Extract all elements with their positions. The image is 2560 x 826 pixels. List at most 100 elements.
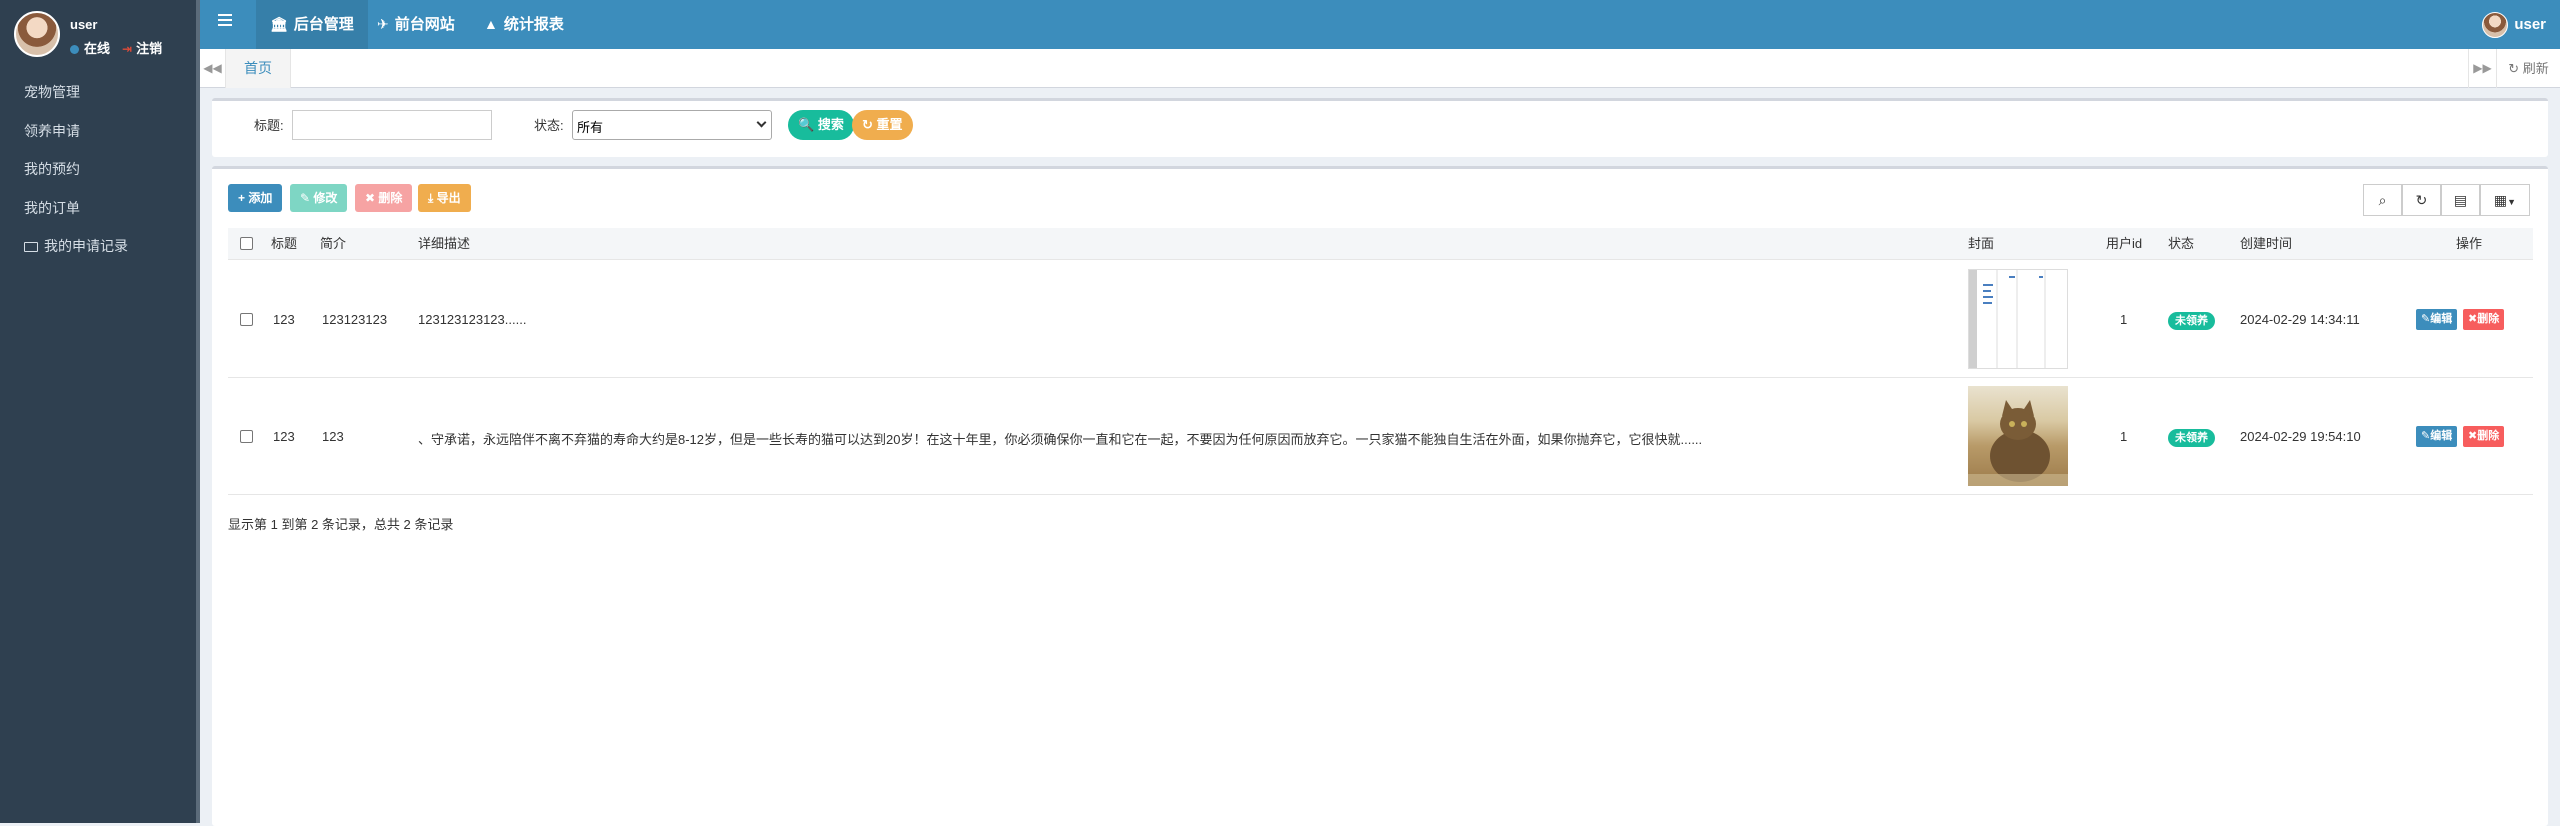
add-button[interactable]: + 添加 xyxy=(228,184,283,212)
plus-icon: + xyxy=(238,191,246,205)
col-actions: 操作 xyxy=(2456,236,2483,251)
col-created[interactable]: 创建时间 xyxy=(2240,228,2292,260)
refresh-icon: ↻ xyxy=(2415,192,2428,208)
sidebar-item-my-appointments[interactable]: 我的预约 xyxy=(0,155,196,194)
sidebar: user 在线 ⇥ 注销 宠物管理 领养申请 我的预约 我的订单 我的申请记录 xyxy=(0,0,196,823)
table-toggle-view-button[interactable]: ▤ xyxy=(2441,184,2480,216)
row-delete-button[interactable]: ✖删除 xyxy=(2463,426,2505,447)
col-cover[interactable]: 封面 xyxy=(1968,228,1994,260)
add-button-label: 添加 xyxy=(248,191,273,205)
cover-screenshot-thumbnail xyxy=(1969,270,2046,368)
top-navbar: 🏛 后台管理 ✈ 前台网站 ▲ 统计报表 user xyxy=(200,0,2560,49)
nav-admin[interactable]: 🏛 后台管理 xyxy=(256,0,368,49)
sidebar-divider xyxy=(196,0,200,823)
id-card-icon xyxy=(24,242,38,252)
table-search-button[interactable]: ⌕ xyxy=(2363,184,2402,216)
reset-icon: ↻ xyxy=(862,117,873,132)
status-select[interactable]: 所有 xyxy=(572,110,772,140)
row-checkbox[interactable] xyxy=(240,430,253,443)
tab-home[interactable]: 首页 xyxy=(226,49,291,88)
list-icon: ▤ xyxy=(2453,192,2468,208)
menu-toggle-icon[interactable] xyxy=(218,14,232,26)
times-icon: ✖ xyxy=(365,191,376,205)
status-select-value: 所有 xyxy=(577,120,604,135)
reset-button[interactable]: ↻ 重置 xyxy=(852,110,913,140)
area-chart-icon: ▲ xyxy=(484,16,498,32)
nav-frontend-label: 前台网站 xyxy=(394,16,455,33)
bank-icon: 🏛 xyxy=(270,16,288,32)
nav-reports[interactable]: ▲ 统计报表 xyxy=(470,0,578,49)
row-delete-label: 删除 xyxy=(2477,313,2500,325)
row-edit-label: 编辑 xyxy=(2430,430,2453,442)
col-title[interactable]: 标题 xyxy=(271,228,297,260)
cover-image[interactable] xyxy=(1968,269,2068,369)
row-delete-label: 删除 xyxy=(2477,430,2500,442)
title-input[interactable] xyxy=(292,110,492,140)
cell-created: 2024-02-29 14:34:11 xyxy=(2240,312,2360,327)
col-user-id[interactable]: 用户id xyxy=(2106,228,2142,260)
refresh-label: 刷新 xyxy=(2522,61,2549,76)
cover-image[interactable] xyxy=(1968,386,2068,486)
user-status: 在线 ⇥ 注销 xyxy=(70,38,162,57)
top-user-name: user xyxy=(2514,16,2546,33)
cell-title: 123 xyxy=(273,312,295,327)
sidebar-item-label: 我的申请记录 xyxy=(44,238,128,254)
search-icon: ⌕ xyxy=(2378,192,2387,208)
logout-icon[interactable]: ⇥ xyxy=(122,42,132,56)
nav-reports-label: 统计报表 xyxy=(503,16,564,33)
tab-scroll-right-icon[interactable]: ▶▶ xyxy=(2468,49,2496,88)
export-button-label: 导出 xyxy=(436,191,461,205)
row-delete-button[interactable]: ✖删除 xyxy=(2463,309,2505,330)
cell-user-id: 1 xyxy=(2120,429,2128,444)
nav-frontend[interactable]: ✈ 前台网站 xyxy=(363,0,469,49)
sidebar-user-name: user xyxy=(70,17,98,32)
cell-created: 2024-02-29 19:54:10 xyxy=(2240,429,2361,444)
cell-detail: 123123123123...... xyxy=(418,312,527,327)
avatar xyxy=(2482,12,2509,39)
select-all-checkbox[interactable] xyxy=(240,237,253,250)
sidebar-item-my-application-records[interactable]: 我的申请记录 xyxy=(0,232,196,271)
logout-link[interactable]: 注销 xyxy=(136,41,162,56)
grid-icon: ▦ xyxy=(2493,192,2508,208)
edit-button[interactable]: ✎ 修改 xyxy=(290,184,348,212)
top-user-menu[interactable]: user xyxy=(2482,0,2546,49)
pencil-icon: ✎ xyxy=(2421,430,2431,442)
status-badge: 未领养 xyxy=(2168,429,2215,447)
paper-plane-icon: ✈ xyxy=(377,16,389,32)
sidebar-item-label: 我的预约 xyxy=(24,161,80,177)
data-panel: + 添加 ✎ 修改 ✖ 删除 ⤓ 导出 ⌕ ↻ ▤ ▦▼ 标题 简介 详细描述 … xyxy=(212,166,2548,826)
tabs-bar: ◀◀ 首页 ▶▶ ↻ 刷新 xyxy=(200,49,2560,88)
chevron-down-icon xyxy=(756,117,767,128)
sidebar-item-my-orders[interactable]: 我的订单 xyxy=(0,194,196,233)
sidebar-menu: 宠物管理 领养申请 我的预约 我的订单 我的申请记录 xyxy=(0,78,196,271)
columns-button[interactable]: ▦▼ xyxy=(2480,184,2530,216)
row-edit-button[interactable]: ✎编辑 xyxy=(2416,426,2458,447)
chevron-down-icon: ▼ xyxy=(2507,197,2517,207)
delete-button-label: 删除 xyxy=(378,191,403,205)
col-status[interactable]: 状态 xyxy=(2168,228,2194,260)
row-checkbox[interactable] xyxy=(240,313,253,326)
col-intro[interactable]: 简介 xyxy=(320,228,346,260)
tab-scroll-left-icon[interactable]: ◀◀ xyxy=(200,49,226,88)
row-edit-button[interactable]: ✎编辑 xyxy=(2416,309,2458,330)
delete-button[interactable]: ✖ 删除 xyxy=(355,184,413,212)
refresh-button[interactable]: ↻ 刷新 xyxy=(2496,49,2560,88)
table-header: 标题 简介 详细描述 封面 用户id 状态 创建时间 操作 xyxy=(228,228,2533,260)
refresh-icon: ↻ xyxy=(2508,61,2520,76)
online-label: 在线 xyxy=(84,41,111,56)
cell-intro: 123123123 xyxy=(322,312,388,327)
sidebar-item-label: 我的订单 xyxy=(24,199,80,216)
times-icon: ✖ xyxy=(2468,313,2478,325)
title-label: 标题: xyxy=(254,118,284,133)
cat-photo-thumbnail xyxy=(1968,400,2068,486)
sidebar-item-adoption-apply[interactable]: 领养申请 xyxy=(0,117,196,156)
sidebar-item-pet-management[interactable]: 宠物管理 xyxy=(0,78,196,117)
col-detail[interactable]: 详细描述 xyxy=(418,228,470,260)
table-refresh-button[interactable]: ↻ xyxy=(2402,184,2441,216)
reset-button-label: 重置 xyxy=(876,117,903,132)
search-button[interactable]: 🔍 搜索 xyxy=(788,110,854,140)
export-button[interactable]: ⤓ 导出 xyxy=(418,184,471,212)
search-button-label: 搜索 xyxy=(817,117,844,132)
status-badge: 未领养 xyxy=(2168,312,2215,330)
times-icon: ✖ xyxy=(2468,430,2478,442)
